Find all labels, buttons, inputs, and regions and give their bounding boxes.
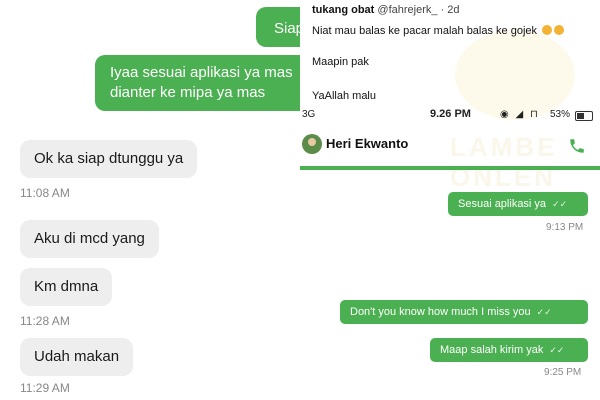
message-text-line: Iyaa sesuai aplikasi ya mas xyxy=(110,64,293,81)
message-text-line: dianter ke mipa ya mas xyxy=(110,84,266,101)
network-label: 3G xyxy=(302,109,316,120)
tweet-handle[interactable]: @fahrejerk_ xyxy=(377,4,437,16)
outgoing-message[interactable]: Siap xyxy=(256,7,300,47)
header-divider xyxy=(300,166,600,170)
status-time: 9.26 PM xyxy=(430,108,471,120)
message-timestamp: 11:29 AM xyxy=(20,381,70,395)
message-text: Siap xyxy=(274,20,300,37)
incoming-message[interactable]: Km dmna xyxy=(20,268,113,306)
contact-name[interactable]: Heri Ekwanto xyxy=(326,136,408,151)
crying-face-icon xyxy=(542,25,553,35)
message-timestamp: 9:13 PM xyxy=(546,222,584,233)
tweet-username[interactable]: tukang obat xyxy=(312,4,374,16)
read-check-icon: ✓✓ xyxy=(552,199,568,209)
message-text: Sesuai aplikasi ya xyxy=(458,198,547,210)
battery-icon xyxy=(575,111,593,121)
avatar[interactable] xyxy=(302,134,322,154)
message-timestamp: 11:28 AM xyxy=(20,314,70,328)
battery-percent: 53% xyxy=(550,109,571,120)
left-chat-screenshot: Siap Iyaa sesuai aplikasi ya mas dianter… xyxy=(0,0,300,400)
phone-call-icon[interactable] xyxy=(568,137,586,155)
message-text: Don't you know how much I miss you xyxy=(350,306,531,318)
outgoing-message[interactable]: Maap salah kirim yak ✓✓ xyxy=(430,338,588,362)
status-icons: ◉ ◢ ⊓ xyxy=(500,109,540,120)
crying-face-icon xyxy=(554,25,565,35)
outgoing-message[interactable]: Sesuai aplikasi ya ✓✓ xyxy=(448,192,588,216)
tweet-text: Niat mau balas ke pacar malah balas ke g… xyxy=(312,25,538,37)
incoming-message[interactable]: Ok ka siap dtunggu ya xyxy=(20,140,198,178)
read-check-icon: ✓✓ xyxy=(549,345,565,355)
message-text: Km dmna xyxy=(34,278,99,295)
message-text: Maap salah kirim yak xyxy=(440,344,544,356)
tweet-header: tukang obat @fahrejerk_ · 2d xyxy=(312,4,460,16)
tweet-age: 2d xyxy=(447,4,460,16)
incoming-message[interactable]: Aku di mcd yang xyxy=(20,220,159,258)
tweet-text-line: YaAllah malu xyxy=(312,90,376,102)
phone-status-bar: 3G 9.26 PM ◉ ◢ ⊓ 53% xyxy=(300,106,600,124)
outgoing-message[interactable]: Iyaa sesuai aplikasi ya mas dianter ke m… xyxy=(95,55,300,111)
tweet-text-line: Maapin pak xyxy=(312,56,369,68)
message-text: Aku di mcd yang xyxy=(34,230,145,247)
tweet-text-line: Niat mau balas ke pacar malah balas ke g… xyxy=(312,25,565,37)
read-check-icon: ✓✓ xyxy=(536,307,552,317)
right-chat-screenshot: LAMBE ONLEN tukang obat @fahrejerk_ · 2d… xyxy=(300,0,600,400)
outgoing-message[interactable]: Don't you know how much I miss you ✓✓ xyxy=(340,300,588,324)
chat-header: Heri Ekwanto xyxy=(300,126,600,166)
tweet-separator: · xyxy=(440,4,445,16)
incoming-message[interactable]: Udah makan xyxy=(20,338,134,376)
message-timestamp: 9:25 PM xyxy=(544,367,582,378)
message-timestamp: 11:08 AM xyxy=(20,186,70,200)
message-text: Udah makan xyxy=(34,348,120,365)
message-text: Ok ka siap dtunggu ya xyxy=(34,150,184,167)
